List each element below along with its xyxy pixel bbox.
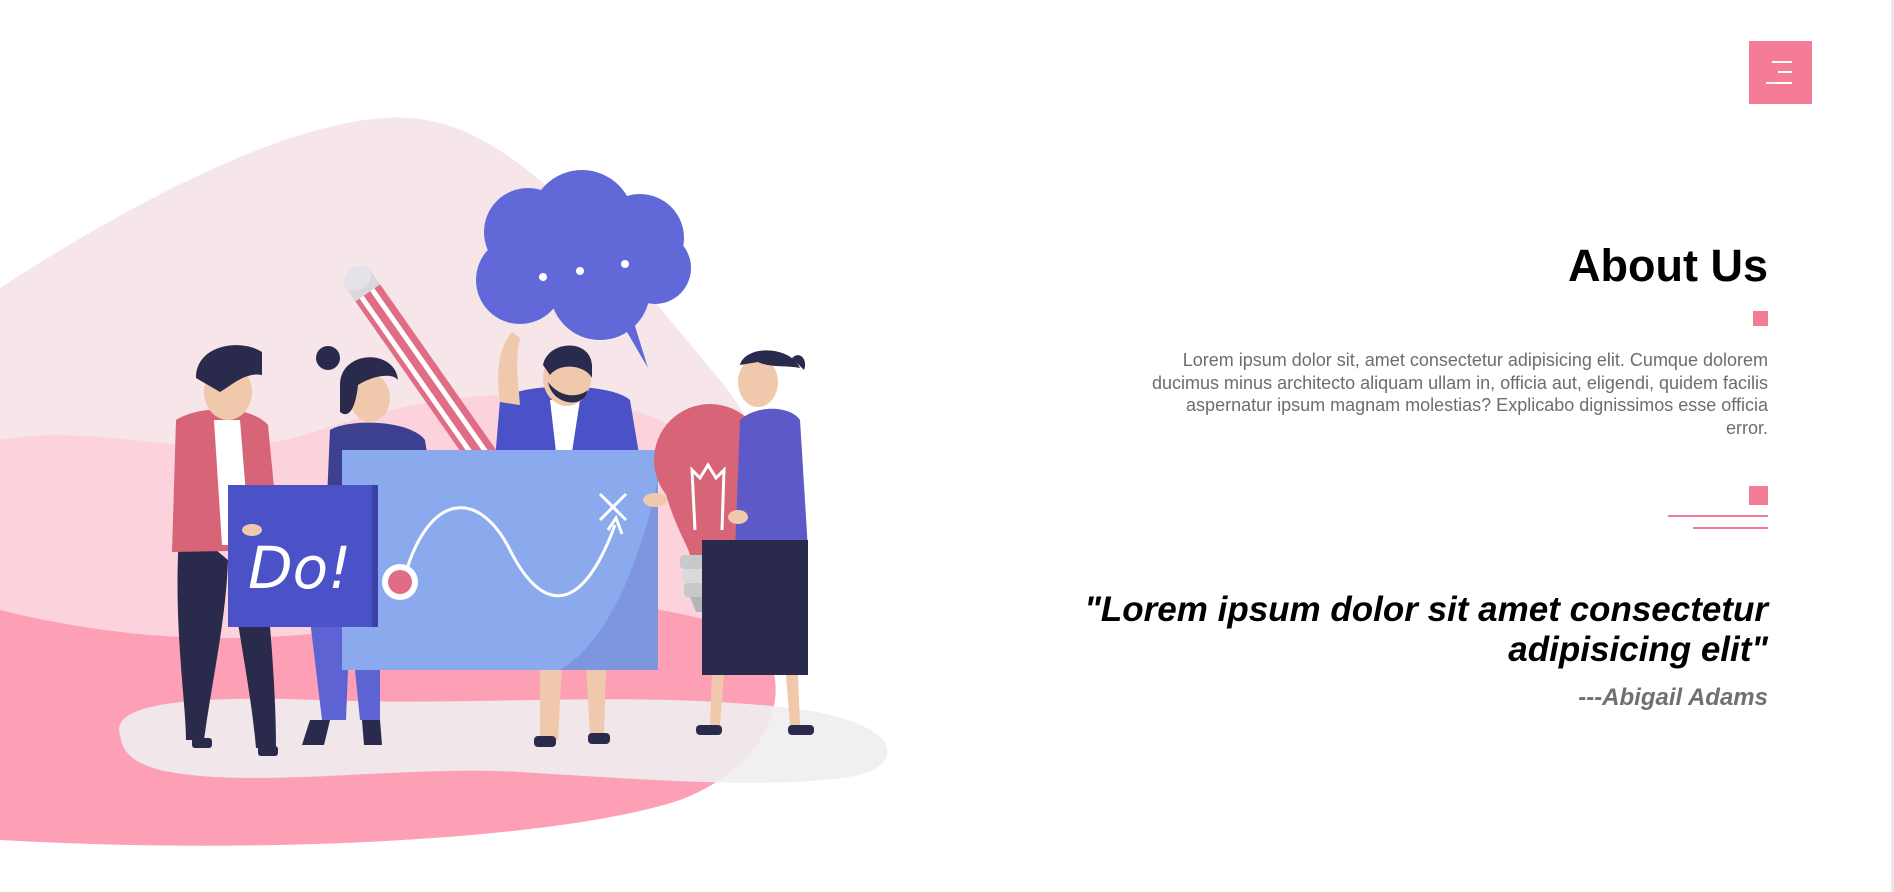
menu-icon-line <box>1778 71 1792 73</box>
team-illustration: Do! <box>0 117 888 846</box>
quote-author: ---Abigail Adams <box>1578 684 1768 711</box>
menu-button[interactable] <box>1749 41 1812 104</box>
accent-square <box>1749 486 1768 505</box>
page-title: About Us <box>1568 240 1768 291</box>
do-sign: Do! <box>228 485 378 627</box>
divider-line <box>1693 527 1768 529</box>
ground-shadow <box>119 698 888 783</box>
quote-text: "Lorem ipsum dolor sit amet consectetur … <box>1084 590 1768 669</box>
menu-icon-line <box>1772 61 1792 63</box>
menu-icon-line <box>1766 82 1792 84</box>
whiteboard <box>342 450 658 670</box>
svg-text:Do!: Do! <box>248 534 351 602</box>
divider-line <box>1668 515 1768 517</box>
accent-square <box>1753 311 1768 326</box>
about-paragraph: Lorem ipsum dolor sit, amet consectetur … <box>1152 350 1768 438</box>
